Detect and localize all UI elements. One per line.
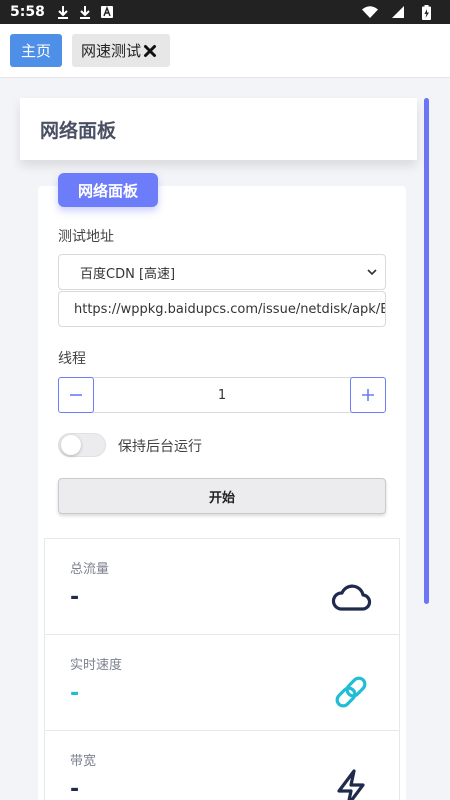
signal-icon <box>390 4 406 20</box>
background-toggle-label: 保持后台运行 <box>118 439 202 455</box>
tab-home[interactable]: 主页 <box>10 34 62 67</box>
wifi-icon <box>362 4 378 20</box>
url-input[interactable]: https://wppkg.baidupcs.com/issue/netdisk… <box>58 291 386 327</box>
tab-speed-test[interactable]: 网速测试 <box>72 34 170 67</box>
status-bar: 5:58 <box>0 0 450 24</box>
stat-bandwidth: 带宽 - <box>44 730 400 800</box>
link-icon <box>330 671 372 713</box>
cloud-icon <box>330 575 372 617</box>
chevron-down-icon <box>366 266 378 278</box>
minus-icon <box>70 394 82 396</box>
tab-speed-test-label: 网速测试 <box>81 42 142 60</box>
server-select-value: 百度CDN [高速] <box>80 266 176 282</box>
scrollbar[interactable] <box>424 98 429 604</box>
battery-icon <box>418 4 434 20</box>
tab-bar: 主页 网速测试 <box>0 24 450 78</box>
decrement-button[interactable] <box>58 377 94 413</box>
stat-label: 实时速度 <box>70 658 123 673</box>
card-badge: 网络面板 <box>58 173 158 207</box>
server-select[interactable]: 百度CDN [高速] <box>58 254 386 290</box>
status-time: 5:58 <box>10 4 45 20</box>
threads-stepper: 1 <box>58 377 386 413</box>
background-toggle[interactable] <box>58 433 106 457</box>
panel-header: 网络面板 <box>20 98 417 160</box>
stat-value: - <box>70 681 80 706</box>
test-url-label: 测试地址 <box>58 229 114 245</box>
stat-label: 总流量 <box>70 562 110 577</box>
toggle-knob <box>61 435 81 455</box>
close-icon[interactable] <box>143 44 157 58</box>
stat-label: 带宽 <box>70 754 97 769</box>
start-button[interactable]: 开始 <box>58 478 386 514</box>
stat-value: - <box>70 585 80 610</box>
plus-icon <box>362 389 374 401</box>
page-title: 网络面板 <box>40 119 117 142</box>
threads-value[interactable]: 1 <box>95 378 349 412</box>
increment-button[interactable] <box>350 377 386 413</box>
threads-label: 线程 <box>58 351 86 367</box>
bolt-icon <box>330 767 372 800</box>
stat-realtime-speed: 实时速度 - <box>44 634 400 731</box>
stat-value: - <box>70 777 80 800</box>
font-icon <box>99 4 115 20</box>
download-icon <box>55 4 71 20</box>
stat-total-traffic: 总流量 - <box>44 538 400 635</box>
download-icon <box>77 4 93 20</box>
